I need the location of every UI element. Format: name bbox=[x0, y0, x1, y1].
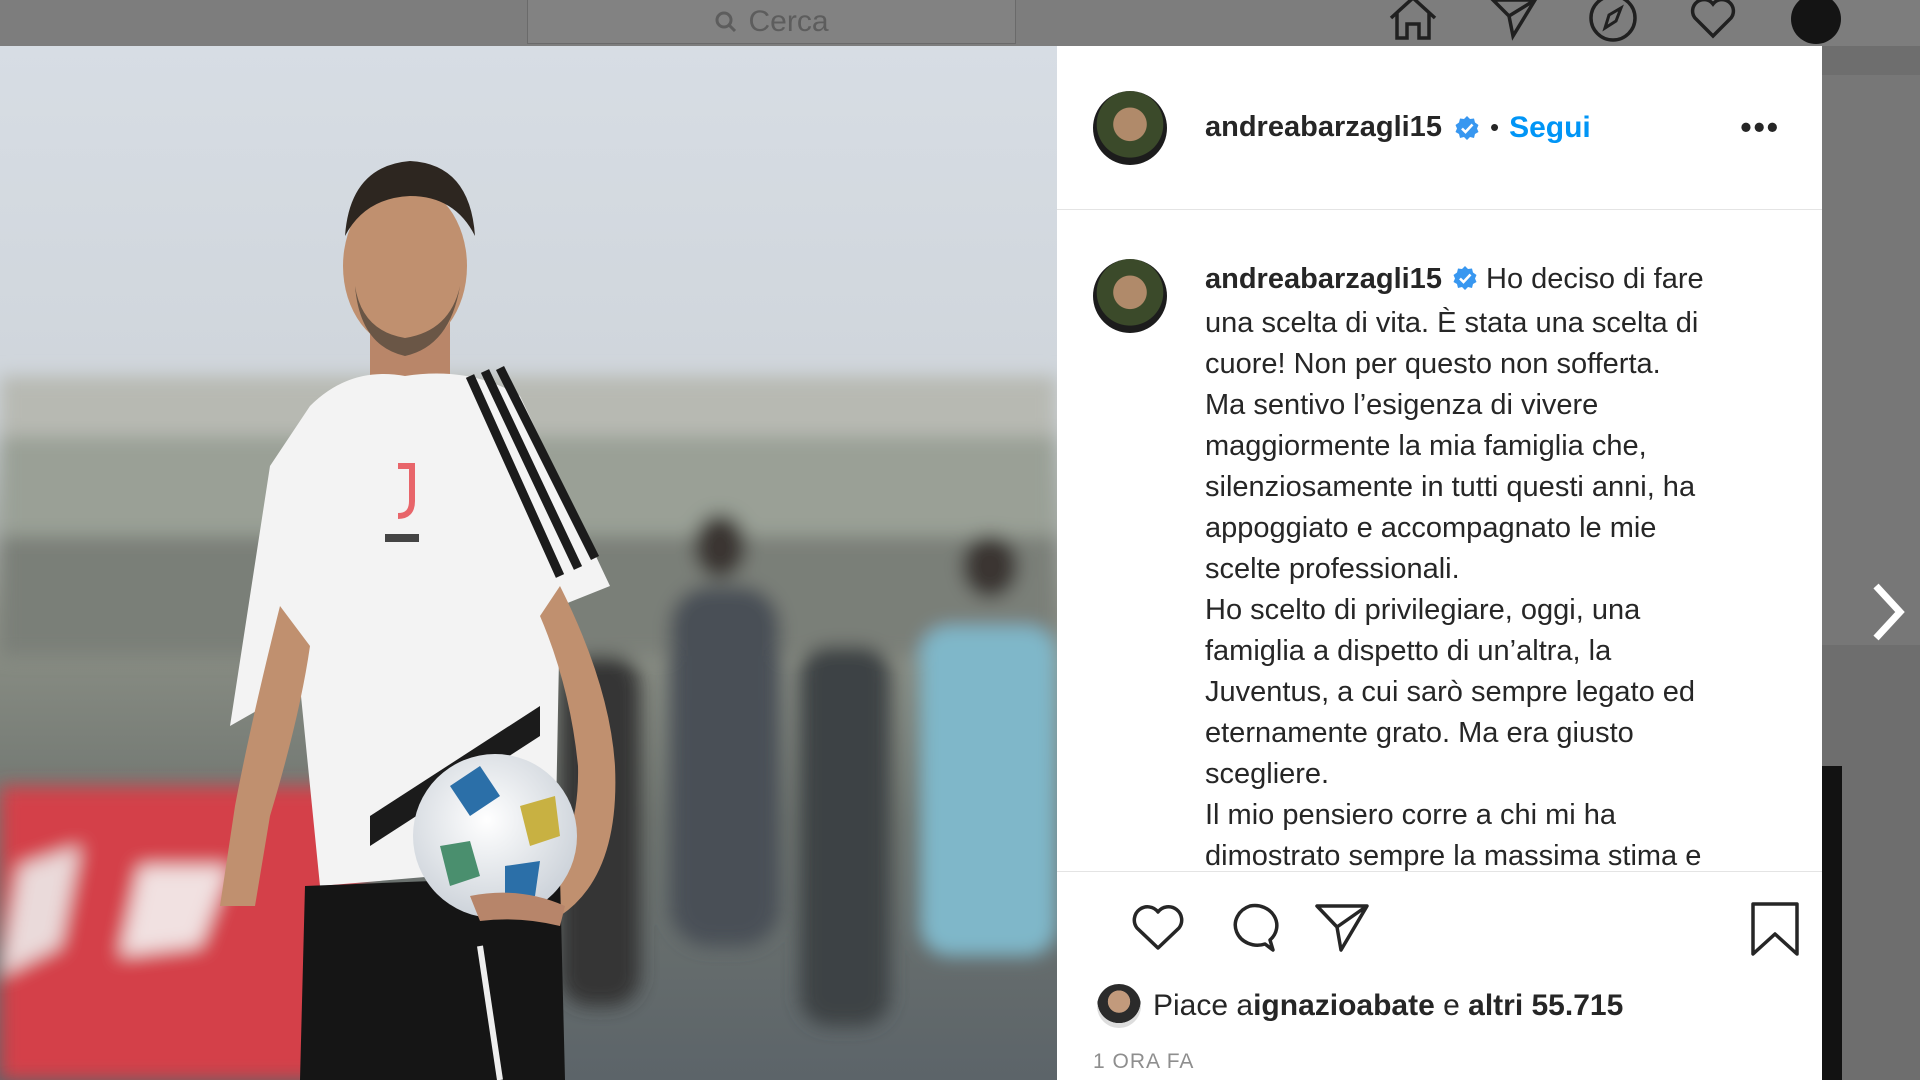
activity-icon[interactable] bbox=[1687, 0, 1739, 47]
post-photo[interactable] bbox=[0, 46, 1057, 1080]
profile-avatar[interactable] bbox=[1789, 0, 1843, 51]
likes-count[interactable]: altri 55.715 bbox=[1468, 989, 1623, 1023]
home-icon[interactable] bbox=[1385, 0, 1441, 47]
post-details-panel: andreabarzagli15 • Segui ••• andreabarza… bbox=[1057, 46, 1822, 1080]
follow-button[interactable]: Segui bbox=[1509, 111, 1591, 145]
background-post-edge bbox=[1822, 766, 1842, 1080]
more-options-button[interactable]: ••• bbox=[1740, 109, 1780, 146]
like-heart-icon[interactable] bbox=[1129, 900, 1187, 959]
post-actions: Piace a ignazioabate e altri 55.715 1 OR… bbox=[1057, 871, 1822, 1080]
search-input[interactable]: Cerca bbox=[527, 0, 1016, 44]
separator-dot: • bbox=[1489, 112, 1500, 142]
liker-username[interactable]: ignazioabate bbox=[1253, 989, 1435, 1023]
post-photo-image bbox=[0, 46, 1057, 1080]
comment-icon[interactable] bbox=[1221, 900, 1279, 961]
liker-avatar bbox=[1097, 984, 1141, 1028]
search-icon bbox=[714, 10, 738, 34]
likes-middle: e bbox=[1434, 989, 1469, 1022]
caption-section: andreabarzagli15 Ho deciso di fare una s… bbox=[1057, 211, 1822, 871]
caption-author-username[interactable]: andreabarzagli15 bbox=[1205, 263, 1442, 295]
author-avatar[interactable] bbox=[1093, 90, 1167, 165]
author-username[interactable]: andreabarzagli15 bbox=[1205, 111, 1442, 144]
next-post-arrow-icon[interactable] bbox=[1866, 580, 1910, 649]
background-page bbox=[1822, 75, 1920, 645]
post-modal: andreabarzagli15 • Segui ••• andreabarza… bbox=[0, 46, 1822, 1080]
share-direct-icon[interactable] bbox=[1313, 900, 1371, 961]
search-placeholder: Cerca bbox=[748, 4, 829, 38]
caption-text: andreabarzagli15 Ho deciso di fare una s… bbox=[1205, 259, 1704, 871]
verified-badge-icon bbox=[1454, 115, 1480, 141]
direct-icon[interactable] bbox=[1489, 0, 1539, 47]
caption-body: Ho deciso di fare una scelta di vita. È … bbox=[1205, 263, 1704, 871]
save-bookmark-icon[interactable] bbox=[1749, 900, 1801, 963]
post-header: andreabarzagli15 • Segui ••• bbox=[1057, 46, 1822, 210]
post-timestamp: 1 ORA FA bbox=[1093, 1050, 1195, 1073]
explore-icon[interactable] bbox=[1587, 0, 1639, 49]
likes-summary[interactable]: Piace a ignazioabate e altri 55.715 bbox=[1093, 984, 1822, 1028]
likes-prefix: Piace a bbox=[1153, 989, 1254, 1022]
verified-badge-icon bbox=[1452, 262, 1478, 303]
top-nav-bar: Cerca bbox=[0, 0, 1920, 46]
caption-author-avatar[interactable] bbox=[1093, 259, 1167, 333]
